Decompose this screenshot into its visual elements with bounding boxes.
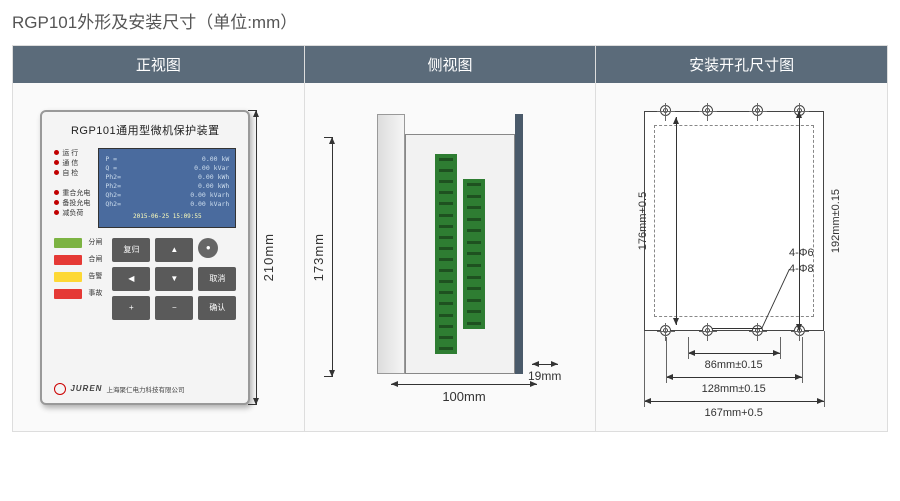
led-label: 备投允电 (62, 198, 90, 208)
lcd-value: 0.00 kVarh (190, 191, 229, 200)
panel-front-header: 正视图 (13, 46, 304, 83)
lcd-datetime: 2015-06-25 15:09:55 (105, 213, 229, 221)
mounting-hole-icon (660, 105, 671, 116)
mounting-hole-icon (752, 105, 763, 116)
dim-label: 100mm (391, 389, 537, 404)
side-body (405, 134, 515, 374)
key-reset: 复归 (112, 238, 150, 262)
dim-h-2: 128mm±0.15 (666, 377, 802, 378)
dim-label: 128mm±0.15 (702, 383, 766, 395)
led-label: 自 检 (62, 168, 78, 178)
key-minus: − (155, 296, 193, 320)
lcd-value: 0.00 kW (202, 155, 229, 164)
lcd-label: P = (105, 155, 117, 164)
ext-line (688, 337, 689, 359)
led-label: 减负荷 (62, 208, 83, 218)
dim-v-outer: 192mm±0.15 (799, 111, 868, 331)
device-front: RGP101通用型微机保护装置 运 行 通 信 自 检 重合允电 备投允电 (40, 110, 250, 405)
key-plus: + (112, 296, 150, 320)
dim-h-3: 167mm+0.5 (644, 401, 824, 402)
panel-side-header: 侧视图 (305, 46, 596, 83)
panels-container: 正视图 RGP101通用型微机保护装置 运 行 通 信 自 检 重合允电 (12, 45, 888, 432)
hole-note: 4-Φ6 (789, 247, 814, 259)
hole-note: 4-Φ8 (789, 263, 814, 275)
led-label: 运 行 (62, 148, 78, 158)
mounting-hole-icon (660, 325, 671, 336)
lcd-screen: P = 0.00 kW Q = 0.00 kVar Ph2= 0.00 kWh Ph2… (98, 148, 236, 228)
lcd-label: Qh2= (105, 200, 121, 209)
connector-block-1 (435, 154, 457, 354)
side-figure (377, 114, 523, 374)
led-indicator-icon (54, 150, 59, 155)
lcd-label: Q = (105, 164, 117, 173)
mounting-hole-icon (702, 325, 713, 336)
brand-en: JUREN (70, 384, 102, 393)
button-label: 分闸 (88, 238, 102, 248)
panel-cutout-body: 176mm+0.5 192mm±0.15 4-Φ6 4-Φ8 86mm±0.15… (596, 83, 887, 431)
dim-label: 86mm±0.15 (705, 359, 763, 371)
ext-line (666, 337, 667, 383)
side-front-plate (377, 114, 405, 374)
device-model-title: RGP101通用型微机保护装置 (54, 122, 236, 138)
dim-label: 210mm (261, 233, 276, 281)
brand-cn: 上海聚仁电力科技有限公司 (106, 384, 184, 394)
alarm-button (54, 272, 82, 282)
led-label: 通 信 (62, 158, 78, 168)
dim-v-inner: 176mm+0.5 (614, 117, 677, 325)
panel-cutout: 安装开孔尺寸图 176mm+0.5 (596, 46, 887, 431)
dim-label: 192mm±0.15 (830, 189, 842, 253)
lcd-label: Qh2= (105, 191, 121, 200)
led-indicator-icon (54, 170, 59, 175)
button-label: 合闸 (88, 255, 102, 265)
led-indicator-icon (54, 190, 59, 195)
lcd-value: 0.00 kWh (198, 182, 229, 191)
ext-line (780, 337, 781, 359)
ext-line (644, 331, 645, 407)
dim-label: 173mm (311, 233, 326, 281)
led-indicator-icon (54, 210, 59, 215)
side-back-plate (515, 114, 523, 374)
key-up: ▲ (155, 238, 193, 262)
ext-line (824, 331, 825, 407)
mounting-hole-icon (702, 105, 713, 116)
key-left: ◀ (112, 267, 150, 291)
panel-cutout-header: 安装开孔尺寸图 (596, 46, 887, 83)
key-enter-round: ● (198, 238, 218, 258)
close-breaker-button (54, 255, 82, 265)
brand-row: JUREN 上海聚仁电力科技有限公司 (54, 383, 184, 395)
panel-front: 正视图 RGP101通用型微机保护装置 运 行 通 信 自 检 重合允电 (13, 46, 305, 431)
keypad: 复归 ▲ ● ◀ ▼ 取消 + − 确认 (112, 238, 236, 320)
lcd-value: 0.00 kWh (198, 173, 229, 182)
dim-h-1: 86mm±0.15 (688, 353, 780, 354)
panel-side-body: 173mm (305, 83, 596, 431)
panel-side: 侧视图 173mm (305, 46, 597, 431)
key-confirm: 确认 (198, 296, 236, 320)
dim-height-side: 173mm (311, 137, 333, 377)
led-indicator-icon (54, 200, 59, 205)
dim-height-front: 210mm (256, 110, 276, 405)
dim-label: 19mm (524, 369, 565, 383)
panel-front-body: RGP101通用型微机保护装置 运 行 通 信 自 检 重合允电 备投允电 (13, 83, 304, 431)
key-down: ▼ (155, 267, 193, 291)
ext-line (802, 337, 803, 383)
page-title: RGP101外形及安装尺寸（单位:mm） (12, 8, 888, 33)
button-label: 事故 (88, 289, 102, 299)
button-label: 告警 (88, 272, 102, 282)
lcd-value: 0.00 kVar (194, 164, 229, 173)
push-button-column: 分闸 合闸 告警 事故 (54, 238, 102, 320)
cutout-drawing: 176mm+0.5 192mm±0.15 4-Φ6 4-Φ8 86mm±0.15… (612, 97, 872, 417)
dim-label: 167mm+0.5 (704, 407, 762, 419)
connector-block-2 (463, 179, 485, 329)
lcd-value: 0.00 kVarh (190, 200, 229, 209)
open-breaker-button (54, 238, 82, 248)
brand-logo-icon (54, 383, 66, 395)
key-cancel: 取消 (198, 267, 236, 291)
led-indicator-icon (54, 160, 59, 165)
lcd-label: Ph2= (105, 182, 121, 191)
fault-button (54, 289, 82, 299)
dim-label: 176mm+0.5 (637, 192, 649, 250)
led-label: 重合允电 (62, 188, 90, 198)
lcd-label: Ph2= (105, 173, 121, 182)
led-column: 运 行 通 信 自 检 重合允电 备投允电 减负荷 (54, 148, 90, 228)
